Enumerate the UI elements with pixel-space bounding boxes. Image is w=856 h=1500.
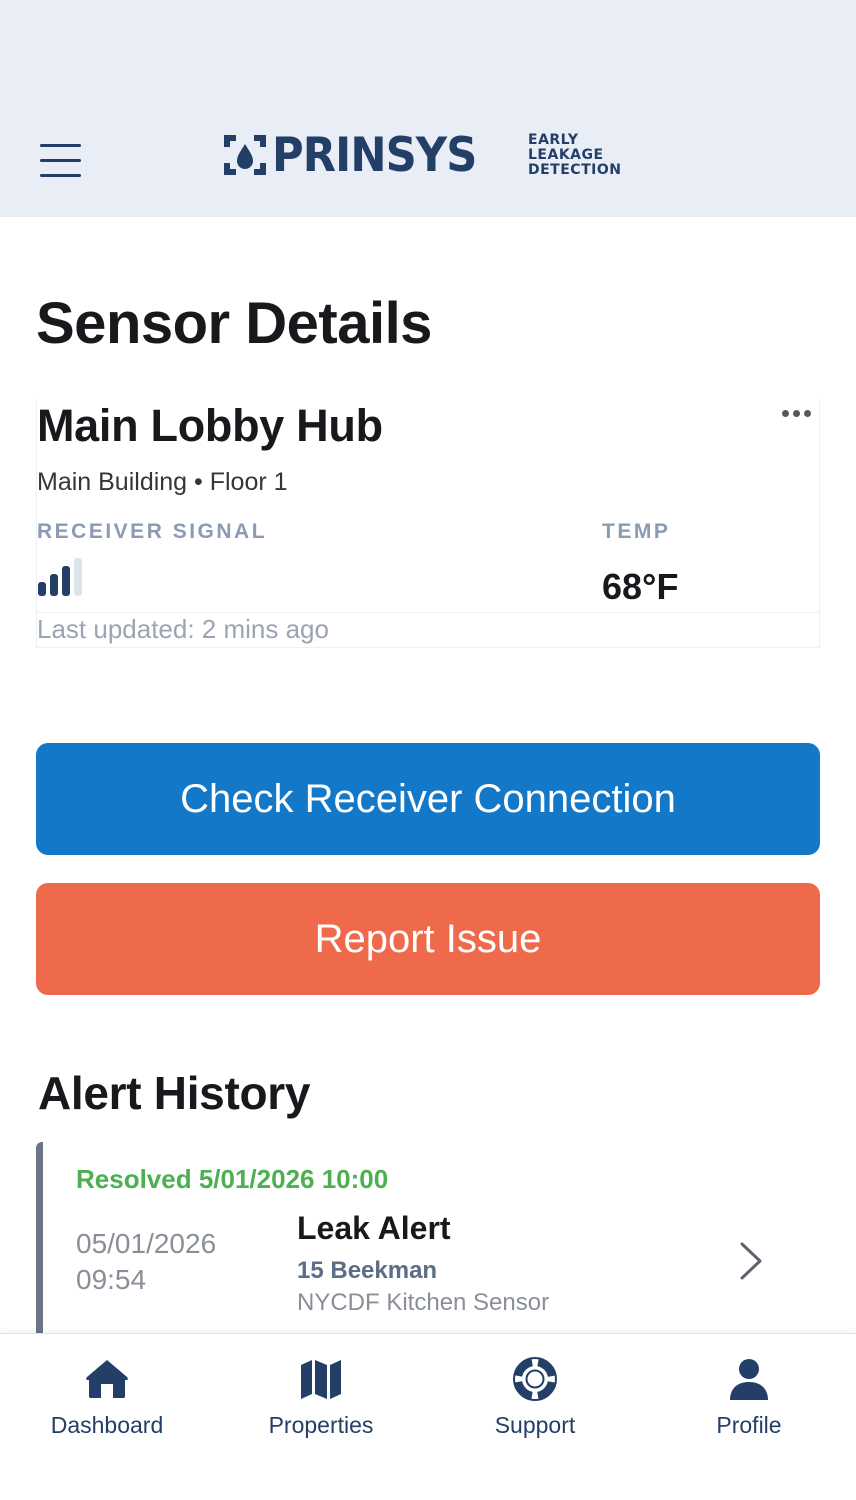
signal-bar-active [50, 574, 58, 596]
person-icon [730, 1359, 768, 1400]
alert-history-item[interactable]: Resolved 5/01/2026 10:00 05/01/2026 09:5… [36, 1142, 820, 1337]
menu-line-icon [40, 174, 81, 177]
nav-label-dashboard: Dashboard [50, 1412, 164, 1438]
alert-time: 09:54 [76, 1264, 147, 1295]
logo-mark-icon [224, 135, 266, 175]
nav-label-profile: Profile [716, 1412, 782, 1438]
last-updated-text: Last updated: 2 mins ago [37, 614, 329, 644]
more-dot-icon [793, 410, 800, 417]
nav-item-profile[interactable]: Profile [649, 1356, 849, 1439]
alert-accent-bar [36, 1142, 43, 1337]
home-icon [86, 1360, 128, 1398]
chevron-right-icon [740, 1242, 762, 1280]
lifebuoy-icon [513, 1357, 557, 1401]
alert-sensor-name: NYCDF Kitchen Sensor [297, 1289, 550, 1316]
temp-value: 68°F [602, 566, 679, 607]
alert-resolved-status: Resolved 5/01/2026 10:00 [76, 1164, 389, 1194]
more-dot-icon [804, 410, 811, 417]
alert-history-title: Alert History [38, 1067, 311, 1119]
logo-tagline-line: EARLY [528, 131, 579, 148]
logo-tagline: EARLY LEAKAGE DETECTION [528, 131, 622, 178]
menu-line-icon [40, 159, 81, 162]
signal-bar-active [38, 582, 46, 596]
signal-bar-active [62, 566, 70, 596]
more-options-button[interactable] [782, 410, 811, 417]
card-divider [37, 612, 821, 613]
page-title: Sensor Details [36, 291, 432, 356]
alert-property: 15 Beekman [297, 1257, 438, 1284]
app-header: PRINSYS EARLY LEAKAGE DETECTION [0, 0, 856, 217]
more-dot-icon [782, 410, 789, 417]
nav-label-properties: Properties [268, 1412, 374, 1438]
sensor-card: Main Lobby Hub Main Building • Floor 1 R… [36, 398, 821, 648]
nav-label-support: Support [494, 1412, 576, 1438]
receiver-signal-label: RECEIVER SIGNAL [37, 520, 268, 543]
sensor-name: Main Lobby Hub [37, 400, 383, 451]
logo-wordmark: PRINSYS [272, 127, 477, 183]
bottom-nav: Dashboard Properties Support Profile [0, 1333, 856, 1500]
nav-item-support[interactable]: Support [435, 1356, 635, 1439]
menu-line-icon [40, 144, 81, 147]
report-issue-button[interactable]: Report Issue [36, 883, 820, 995]
nav-item-dashboard[interactable]: Dashboard [7, 1356, 207, 1439]
signal-strength-icon [38, 558, 82, 596]
alert-datetime: 05/01/2026 09:54 [76, 1226, 276, 1298]
logo-tagline-line: DETECTION [528, 161, 622, 178]
sensor-location: Main Building • Floor 1 [37, 468, 288, 496]
signal-bar-inactive [74, 558, 82, 596]
logo-tagline-line: LEAKAGE [528, 146, 604, 163]
prinsys-logo: PRINSYS EARLY LEAKAGE DETECTION [222, 130, 621, 180]
nav-item-properties[interactable]: Properties [221, 1356, 421, 1439]
check-receiver-connection-button[interactable]: Check Receiver Connection [36, 743, 820, 855]
map-icon [301, 1360, 341, 1399]
hamburger-menu-button[interactable] [40, 144, 82, 178]
alert-date: 05/01/2026 [76, 1228, 217, 1259]
temp-label: TEMP [602, 520, 671, 543]
alert-title: Leak Alert [297, 1210, 451, 1246]
